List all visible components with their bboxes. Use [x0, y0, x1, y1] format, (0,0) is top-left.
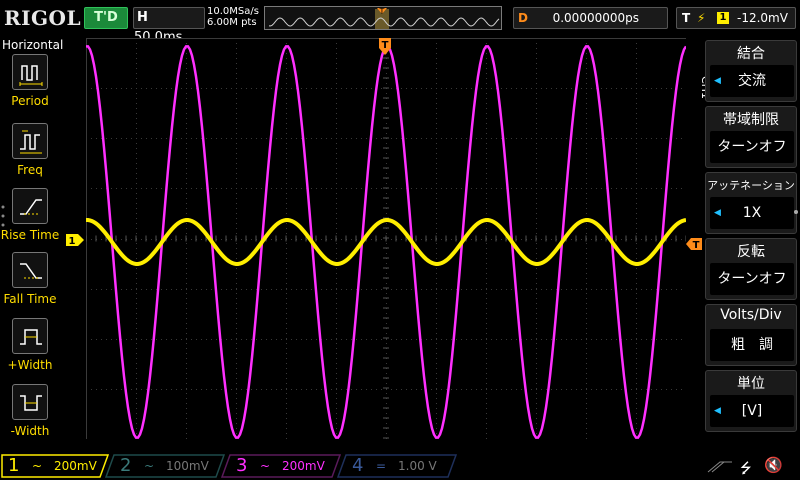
waveform-display[interactable]: [86, 38, 686, 439]
menu-invert-value: ターンオフ: [710, 263, 794, 295]
speaker-muted-icon[interactable]: 🔇: [764, 456, 783, 474]
memory-trigger-marker: T: [379, 7, 385, 16]
timebase-box[interactable]: H 50.0ms: [133, 7, 205, 45]
measure-period-button[interactable]: Period: [0, 54, 60, 114]
menu-volts-div[interactable]: Volts/Div 粗 調: [705, 304, 797, 366]
trigger-level: -12.0mV: [737, 11, 788, 25]
channel-2-coupling: ~: [144, 459, 155, 473]
top-status-bar: RIGOL T'D H 50.0ms 10.0MSa/s 6.00M pts T…: [0, 0, 800, 45]
channel-3-number: 3: [236, 455, 248, 476]
frequency-measure-icon: [12, 123, 48, 159]
usb-icon: ⭍: [740, 461, 752, 477]
bottom-menu-arrows-icon: [707, 461, 732, 473]
trigger-label: T: [682, 11, 691, 25]
trigger-position-marker-label: T: [382, 40, 389, 51]
ch1-marker-label: 1: [69, 236, 76, 247]
channel-1-scale: 200mV: [54, 459, 97, 473]
channel-4-tab[interactable]: 4 = 1.00 V: [346, 455, 456, 477]
menu-arrow-icon: ◀: [714, 406, 721, 416]
channel-3-coupling: ~: [260, 459, 271, 473]
measure-positive-width-label: +Width: [7, 358, 53, 372]
channel-4-number: 4: [352, 455, 364, 476]
measure-fall-time-label: Fall Time: [3, 292, 57, 306]
measure-freq-label: Freq: [17, 163, 43, 177]
measure-negative-width-button[interactable]: -Width: [0, 384, 60, 444]
menu-attenuation-title: アッテネーション: [707, 179, 795, 192]
rising-edge-icon: ⚡: [697, 11, 706, 25]
channel-2-number: 2: [120, 455, 132, 476]
menu-volts-div-title: Volts/Div: [720, 307, 782, 323]
acquisition-info: 10.0MSa/s 6.00M pts: [207, 6, 259, 28]
sample-rate: 10.0MSa/s: [207, 6, 259, 17]
measure-rise-time-button[interactable]: Rise Time: [0, 188, 60, 248]
channel-1-number: 1: [8, 455, 20, 476]
horizontal-label: H: [137, 10, 148, 25]
measure-period-label: Period: [11, 94, 49, 108]
trigger-box[interactable]: T ⚡ 1 -12.0mV: [676, 7, 796, 29]
menu-invert-title: 反転: [737, 244, 765, 260]
measure-positive-width-button[interactable]: +Width: [0, 318, 60, 378]
measure-fall-time-button[interactable]: Fall Time: [0, 252, 60, 312]
menu-attenuation-value: ◀ 1X: [710, 197, 794, 229]
trigger-source: 1: [717, 12, 729, 24]
menu-bandwidth-limit[interactable]: 帯域制限 ターンオフ: [705, 106, 797, 168]
measure-sidebar: Horizontal Period Freq Rise Time Fall Ti…: [0, 36, 64, 450]
menu-unit-value: ◀ [V]: [710, 395, 794, 427]
ch1-offset-marker[interactable]: 1: [66, 232, 86, 248]
delay-box[interactable]: D 0.00000000ps: [513, 7, 668, 29]
right-page-dot: [794, 210, 798, 214]
memory-depth: 6.00M pts: [207, 17, 257, 28]
memory-waveform-preview: T: [268, 7, 500, 29]
trigger-level-marker-label: T: [693, 240, 700, 251]
delay-value: 0.00000000ps: [552, 11, 639, 25]
menu-unit[interactable]: 単位 ◀ [V]: [705, 370, 797, 432]
menu-unit-title: 単位: [737, 376, 765, 392]
channel-2-tab[interactable]: 2 ~ 100mV: [114, 455, 224, 477]
negative-width-icon: [12, 384, 48, 420]
sidebar-title: Horizontal: [2, 38, 64, 52]
measure-freq-button[interactable]: Freq: [0, 123, 60, 183]
menu-coupling[interactable]: 結合 ◀ 交流: [705, 40, 797, 102]
measure-rise-time-label: Rise Time: [0, 228, 60, 242]
menu-coupling-value-text: 交流: [738, 73, 766, 89]
menu-arrow-icon: ◀: [714, 76, 721, 86]
menu-invert[interactable]: 反転 ターンオフ: [705, 238, 797, 300]
menu-attenuation-value-text: 1X: [742, 205, 762, 221]
run-state-badge[interactable]: T'D: [84, 7, 128, 29]
period-measure-icon: [12, 54, 48, 90]
positive-width-icon: [12, 318, 48, 354]
waveform-grid: [86, 38, 686, 439]
menu-unit-value-text: [V]: [741, 403, 763, 419]
measure-negative-width-label: -Width: [10, 424, 50, 438]
menu-bandwidth-limit-title: 帯域制限: [723, 112, 779, 128]
channel-3-scale: 200mV: [282, 459, 325, 473]
fall-time-icon: [12, 252, 48, 288]
channel-4-scale: 1.00 V: [398, 459, 437, 473]
menu-attenuation[interactable]: アッテネーション ◀ 1X: [705, 172, 797, 234]
brand-logo: RIGOL: [4, 6, 82, 30]
channel-1-tab[interactable]: 1 ~ 200mV: [2, 455, 108, 477]
menu-coupling-title: 結合: [737, 46, 765, 62]
memory-overview-bar[interactable]: T: [264, 6, 502, 30]
menu-arrow-icon: ◀: [714, 208, 721, 218]
menu-volts-div-value: 粗 調: [710, 329, 794, 361]
channel-1-coupling: ~: [32, 459, 43, 473]
rise-time-icon: [12, 188, 48, 224]
channel-3-tab[interactable]: 3 ~ 200mV: [230, 455, 340, 477]
channel-status-bar: 1 ~ 200mV 2 ~ 100mV 3 ~ 200mV 4 = 1.00 V…: [0, 452, 800, 480]
channel-4-coupling: =: [376, 459, 387, 473]
menu-coupling-value: ◀ 交流: [710, 65, 794, 97]
menu-page-dots: [1, 205, 5, 227]
trigger-position-marker[interactable]: T: [378, 38, 392, 56]
channel-2-scale: 100mV: [166, 459, 209, 473]
delay-label: D: [518, 11, 528, 25]
menu-bandwidth-limit-value: ターンオフ: [710, 131, 794, 163]
